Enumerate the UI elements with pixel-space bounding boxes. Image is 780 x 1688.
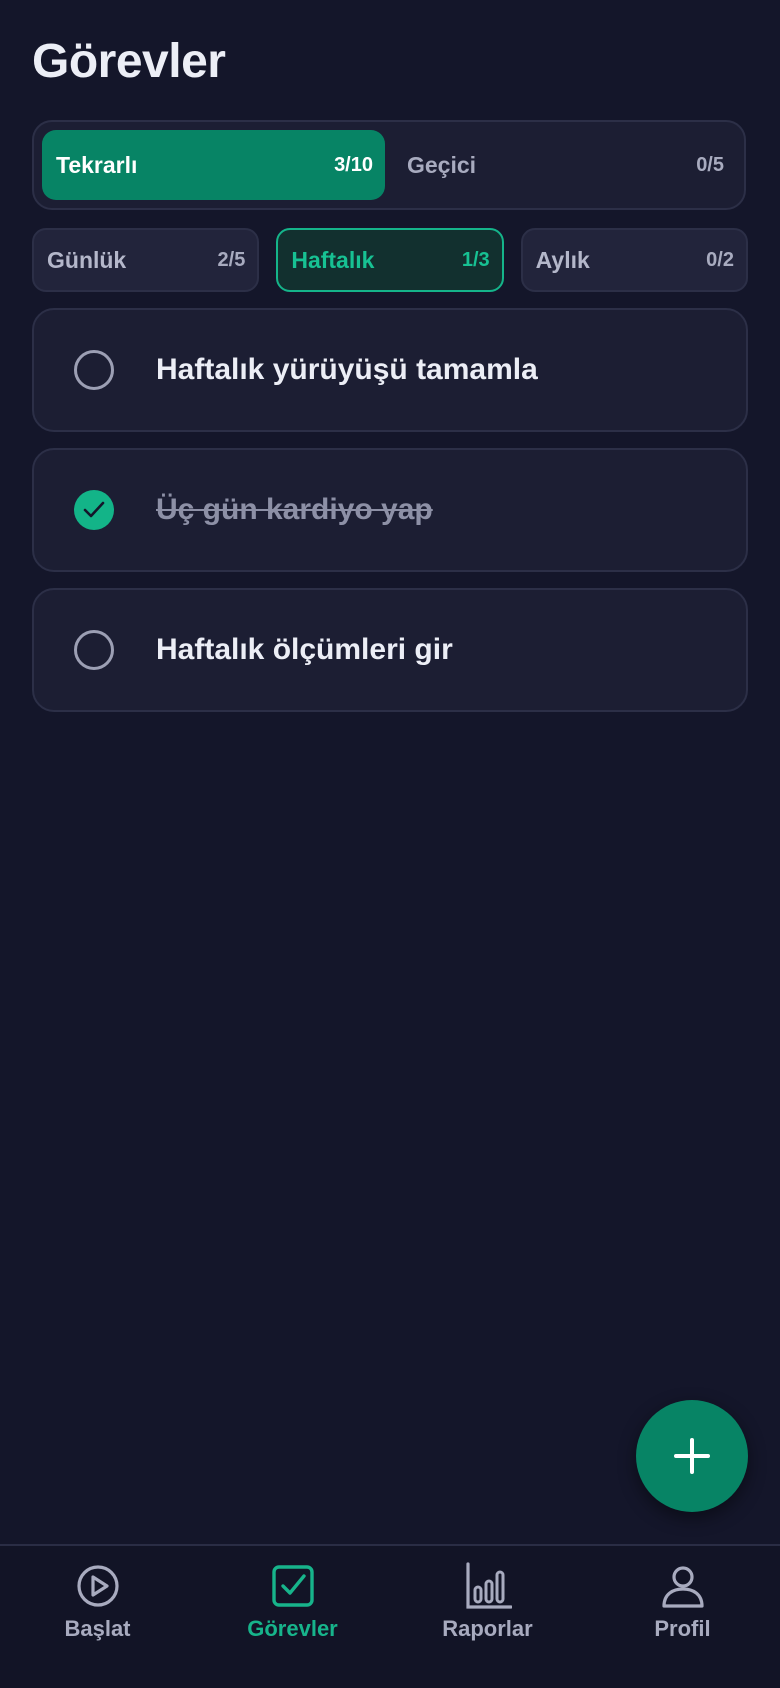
- nav-item-start[interactable]: Başlat: [0, 1546, 195, 1688]
- nav-label: Raporlar: [442, 1616, 533, 1641]
- period-chip-label: Haftalık: [291, 246, 375, 273]
- nav-label: Başlat: [64, 1616, 131, 1641]
- period-chip-label: Aylık: [535, 246, 590, 273]
- segment-count: 0/5: [696, 153, 724, 176]
- tasks-screen: Görevler Tekrarlı 3/10 Geçici 0/5 Günlük…: [0, 0, 780, 1688]
- nav-label: Görevler: [247, 1616, 338, 1641]
- page-title: Görevler: [32, 35, 226, 88]
- period-filter: Günlük 2/5 Haftalık 1/3 Aylık 0/2: [32, 228, 748, 292]
- add-task-button[interactable]: [636, 1400, 748, 1512]
- segment-label: Tekrarlı: [56, 151, 138, 178]
- nav-item-tasks[interactable]: Görevler: [195, 1546, 390, 1688]
- bottom-navigation: Başlat Görevler Raporlar Profil: [0, 1544, 780, 1688]
- unchecked-circle-icon[interactable]: [74, 630, 114, 670]
- nav-item-profile[interactable]: Profil: [585, 1546, 780, 1688]
- task-item[interactable]: Haftalık yürüyüşü tamamla: [32, 308, 748, 432]
- period-chip-weekly[interactable]: Haftalık 1/3: [276, 228, 504, 292]
- segment-temporary[interactable]: Geçici 0/5: [393, 130, 736, 200]
- bar-chart-icon: [465, 1562, 512, 1609]
- task-list: Haftalık yürüyüşü tamamla Üç gün kardiyo…: [32, 308, 748, 728]
- period-chip-count: 0/2: [706, 248, 734, 271]
- play-circle-icon: [76, 1565, 119, 1607]
- nav-label: Profil: [654, 1616, 711, 1641]
- task-text: Üç gün kardiyo yap: [156, 493, 433, 526]
- user-icon: [661, 1566, 704, 1608]
- task-type-segmented-control: Tekrarlı 3/10 Geçici 0/5: [32, 120, 746, 210]
- task-text: Haftalık ölçümleri gir: [156, 633, 453, 666]
- segment-label: Geçici: [407, 151, 477, 178]
- unchecked-circle-icon[interactable]: [74, 350, 114, 390]
- plus-icon: [674, 1438, 710, 1474]
- period-chip-monthly[interactable]: Aylık 0/2: [520, 228, 748, 292]
- period-chip-count: 2/5: [217, 248, 246, 271]
- period-chip-daily[interactable]: Günlük 2/5: [32, 228, 260, 292]
- checkbox-icon: [271, 1565, 314, 1607]
- segment-recurring[interactable]: Tekrarlı 3/10: [42, 130, 385, 200]
- task-item[interactable]: Haftalık ölçümleri gir: [32, 588, 748, 712]
- period-chip-label: Günlük: [47, 246, 127, 273]
- checked-circle-icon[interactable]: [74, 490, 114, 530]
- period-chip-count: 1/3: [461, 248, 490, 271]
- task-item[interactable]: Üç gün kardiyo yap: [32, 448, 748, 572]
- task-text: Haftalık yürüyüşü tamamla: [156, 353, 538, 386]
- segment-count: 3/10: [334, 153, 373, 176]
- checkmark-icon: [83, 501, 105, 518]
- nav-item-reports[interactable]: Raporlar: [390, 1546, 585, 1688]
